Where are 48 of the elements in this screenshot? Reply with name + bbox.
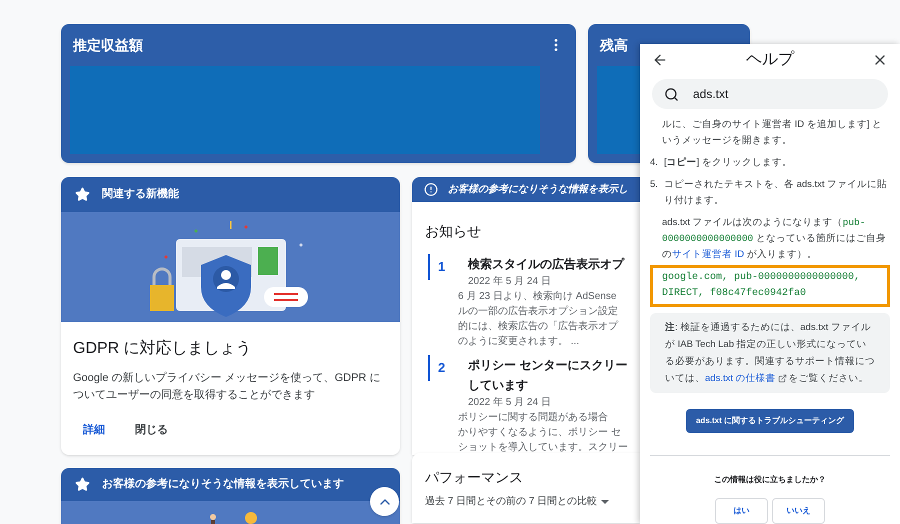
search-field[interactable]: ads.txt: [652, 78, 888, 110]
card-title: 推定収益額: [73, 36, 143, 54]
notice-body-line: ショットを導入しています。スクリー: [458, 440, 628, 455]
notice-body-line: のように変更されます。 ...: [458, 334, 580, 349]
card-header-text: お客様の参考になりそうな情報を表示し: [448, 182, 628, 197]
card-header-text: お客様の参考になりそうな情報を表示しています: [102, 476, 344, 492]
notice-number: 1: [428, 254, 468, 280]
notice-body-line: 的には、検索広告の「広告表示オプ: [458, 320, 620, 334]
troubleshooting-button[interactable]: ads.txt に関するトラブルシューティング: [686, 409, 854, 433]
step-text: [コピー] をクリックします。: [664, 156, 792, 170]
comparison-dropdown[interactable]: 過去 7 日間とその前の 7 日間との比較: [425, 494, 627, 509]
notice-date: 2022 年 5 月 24 日: [467, 396, 552, 410]
notice-body-line: 6 月 23 日より、検索向け AdSense: [458, 290, 618, 304]
help-title: ヘルプ: [746, 50, 794, 70]
external-link-icon: [778, 374, 787, 384]
star-icon: [75, 187, 90, 202]
star-icon: [75, 476, 90, 492]
feedback-button[interactable]: いいえ: [772, 498, 825, 524]
step-text: コピーされたテキストを、各 ads.txt ファイルに貼り付けます。: [664, 178, 888, 208]
feature-title: GDPR に対応しましょう: [73, 338, 253, 359]
help-paragraph: ads.txt ファイルは次のようになります（pub-0000000000000000 となっている箇所にはご自身のサイト運営者 ID が入ります）。: [661, 216, 887, 262]
help-paragraph: ルに、ご自身のサイト運営者 ID を追加します] というメッセージを開きます。: [661, 118, 884, 148]
feedback-button[interactable]: はい: [715, 498, 768, 524]
notice-body-line: かりやすくなるように、ポリシー セ: [458, 426, 622, 440]
search-icon: [664, 86, 679, 102]
card-header-text: 関連する新機能: [102, 186, 179, 202]
help-link[interactable]: サイト運営者 ID: [672, 249, 744, 260]
notice-date: 2022 年 5 月 24 日: [467, 275, 552, 289]
feedback-question: この情報は役に立ちましたか？: [714, 474, 826, 486]
notice-body-line: ポリシーに関する問題がある場合: [458, 411, 609, 425]
notices-title: お知らせ: [424, 222, 482, 241]
card-title: 残高: [600, 36, 628, 54]
card-action-button[interactable]: 詳細: [73, 416, 115, 444]
notice-number: 2: [428, 355, 468, 381]
code-block: google.com, pub-0000000000000000, DIRECT, f08c47fec0942fa0: [650, 265, 890, 308]
feature-description: Google の新しいプライバシー メッセージを使って、GDPR についてユーザーの同意を取得することができます: [73, 370, 382, 403]
alert-icon: [424, 182, 438, 197]
card-action-button[interactable]: 閉じる: [125, 416, 178, 444]
performance-title: パフォーマンス: [425, 468, 524, 487]
notice-body-line: ルの一部の広告表示オプション設定: [458, 304, 619, 319]
note-box: 注: 検証を通過するためには、ads.txt ファイルが IAB Tech Lab 指定の正しい形式になっている必要があります。関連するサポート情報については、ads.txt の仕様書 をご覧ください。: [650, 313, 890, 394]
notice-title: ポリシー センターにスクリー: [467, 357, 628, 374]
notice-title: 検索スタイルの広告表示オプ: [466, 256, 624, 273]
help-link[interactable]: ads.txt の仕様書: [705, 373, 776, 384]
notice-title: しています: [467, 377, 529, 394]
step-number: 5.: [650, 178, 658, 192]
step-number: 4.: [650, 156, 658, 170]
back-icon[interactable]: [652, 52, 668, 68]
